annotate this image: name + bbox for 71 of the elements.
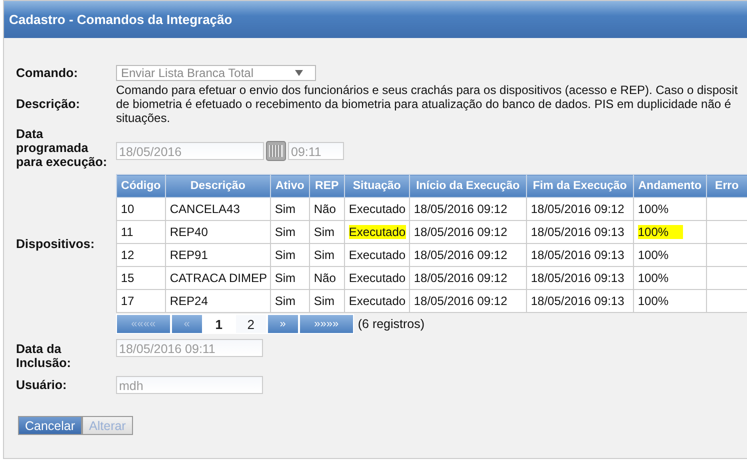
calendar-icon[interactable] — [266, 141, 286, 161]
record-count: (6 registros) — [358, 317, 425, 331]
table-cell: 18/05/2016 09:13 — [526, 266, 634, 290]
field-label: Usuário: — [16, 378, 68, 392]
table-cell: 100% — [633, 290, 706, 312]
column-header: Descrição — [165, 174, 270, 198]
table-cell: 18/05/2016 09:12 — [409, 220, 526, 244]
table-cell: Sim — [270, 244, 310, 266]
table-cell: 17 — [116, 290, 166, 312]
column-header: REP — [309, 174, 344, 198]
pager-button[interactable]: » — [266, 314, 299, 334]
field-label: Comando: — [16, 66, 79, 80]
user-field[interactable]: mdh — [116, 376, 263, 394]
table-cell: 10 — [116, 198, 166, 220]
time-field[interactable]: 09:11 — [288, 142, 344, 160]
table-cell: REP24 — [165, 290, 270, 312]
table-cell: Sim — [309, 290, 344, 312]
table-cell: CATRACA DIMEP — [165, 266, 270, 290]
table-cell: Executado — [344, 198, 410, 220]
table-cell: 18/05/2016 09:12 — [409, 198, 526, 220]
table-cell: Sim — [270, 290, 310, 312]
field-label: Data programada para execução: — [16, 127, 108, 169]
table-cell: 18/05/2016 09:12 — [526, 198, 634, 220]
table-cell: 100% — [633, 198, 706, 220]
inclusion-date-field[interactable]: 18/05/2016 09:11 — [116, 339, 263, 357]
table-cell: Sim — [270, 198, 310, 220]
column-header: Ativo — [270, 174, 310, 198]
cancel-button[interactable]: Cancelar — [18, 416, 82, 435]
page-number[interactable]: 1 — [202, 314, 235, 334]
column-header: Andamento — [633, 174, 706, 198]
table-cell: 18/05/2016 09:13 — [526, 244, 634, 266]
field-label: Data da Inclusão: — [16, 342, 72, 370]
table-cell: 12 — [116, 244, 166, 266]
table-cell: 11 — [116, 220, 166, 244]
table-cell: 100% — [633, 244, 706, 266]
pager-button[interactable]: »»»» — [298, 314, 354, 334]
column-header: Código — [116, 174, 166, 198]
description-text: de biometria é efetuado o recebimento da biometria para atualização do banco de dados. PIS em duplicidade não é — [116, 97, 732, 111]
date-field[interactable]: 18/05/2016 — [116, 142, 264, 160]
table-cell: 100% — [633, 220, 706, 244]
table-cell: Sim — [270, 266, 310, 290]
field-label: Dispositivos: — [16, 237, 96, 251]
table-cell: 18/05/2016 09:12 — [409, 266, 526, 290]
table-cell: Sim — [270, 220, 310, 244]
table-cell: REP91 — [165, 244, 270, 266]
column-header: Início da Execução — [409, 174, 526, 198]
table-cell: Não — [309, 266, 344, 290]
field-label: Descrição: — [16, 97, 81, 111]
table-cell: Executado — [344, 244, 410, 266]
table-cell: 18/05/2016 09:13 — [526, 290, 634, 312]
page-number[interactable]: 2 — [234, 314, 267, 334]
table-cell: REP40 — [165, 220, 270, 244]
column-header: Situação — [344, 174, 410, 198]
table-cell: Sim — [309, 244, 344, 266]
table-cell: 15 — [116, 266, 166, 290]
table-cell: 18/05/2016 09:12 — [409, 244, 526, 266]
caret-icon — [295, 70, 303, 76]
table-cell: Executado — [344, 290, 410, 312]
table-cell: Não — [309, 198, 344, 220]
table-cell: Executado — [344, 266, 410, 290]
table-cell: 18/05/2016 09:12 — [409, 290, 526, 312]
column-header: Erro — [706, 174, 747, 198]
table-cell: CANCELA43 — [165, 198, 270, 220]
column-header: Fim da Execução — [526, 174, 634, 198]
window-title: Cadastro - Comandos da Integração — [4, 1, 747, 38]
table-cell: 100% — [633, 266, 706, 290]
table-cell: Executado — [344, 220, 410, 244]
table-cell: 18/05/2016 09:13 — [526, 220, 634, 244]
table-cell: Sim — [309, 220, 344, 244]
description-text: Comando para efetuar o envio dos funcionários e seus crachás para os dispositivos (acesso e REP). Caso o disposit — [116, 83, 738, 97]
description-text: situações. — [116, 111, 172, 125]
